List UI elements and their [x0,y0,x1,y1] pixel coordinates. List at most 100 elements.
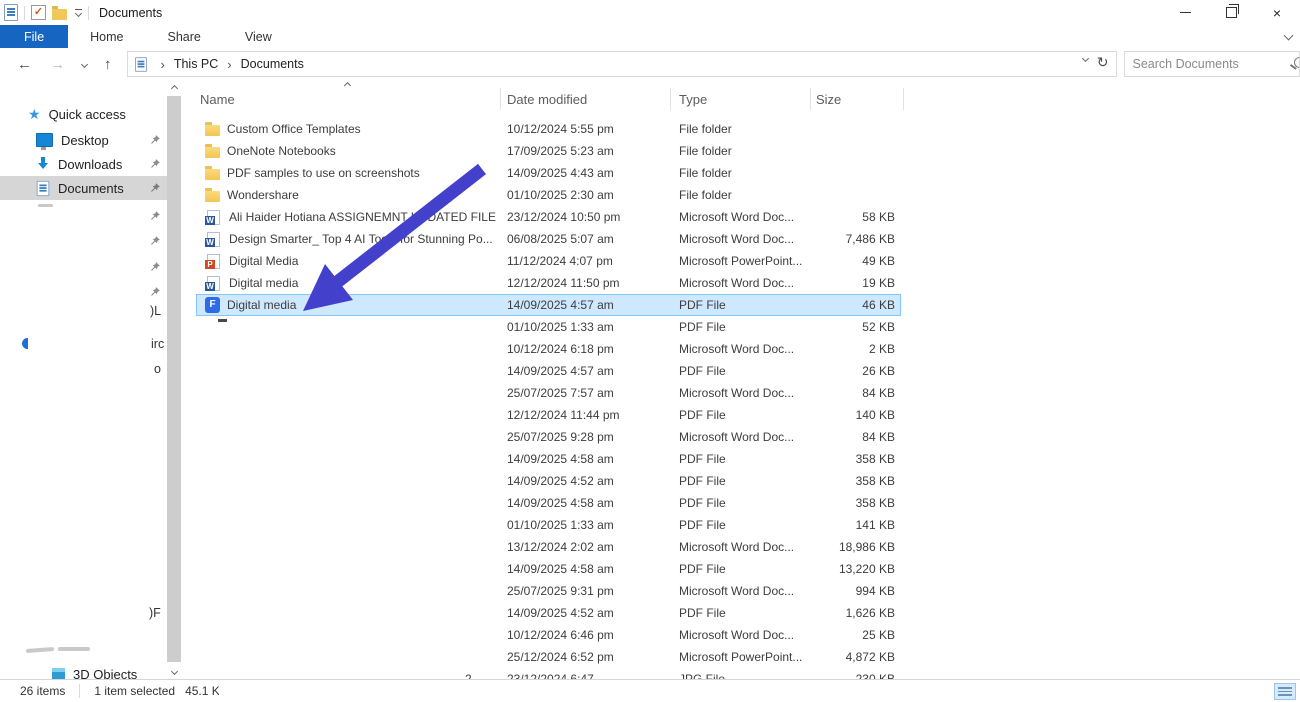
tab-share[interactable]: Share [146,25,223,48]
file-rows: Custom Office Templates 10/12/2024 5:55 … [183,118,1300,680]
file-row[interactable]: 14/09/2025 4:52 am PDF File 358 KB [196,470,901,492]
tab-home[interactable]: Home [68,25,145,48]
sidebar-item-documents[interactable]: Documents [0,176,167,200]
file-row[interactable]: 25/07/2025 7:57 am Microsoft Word Doc...… [196,382,901,404]
column-header-size[interactable]: Size [816,92,841,107]
file-row[interactable]: P Digital Media 11/12/2024 4:07 pm Micro… [196,250,901,272]
refresh-icon[interactable]: ↻ [1097,54,1109,71]
address-bar[interactable]: › This PC › Documents ↻ [127,51,1117,77]
sidebar-item-quick-access[interactable]: ★ Quick access [0,102,167,126]
pin-icon[interactable] [149,286,161,298]
minimize-button[interactable] [1162,0,1208,25]
column-divider[interactable] [500,88,501,110]
divider [24,6,25,20]
scrollbar-up-arrow[interactable] [167,80,181,96]
sidebar-item-unlabeled[interactable] [0,255,167,279]
file-row[interactable]: 14/09/2025 4:58 am PDF File 358 KB [196,492,901,514]
pin-icon[interactable] [149,182,161,194]
back-button[interactable]: ← [8,57,41,72]
file-type-icon [205,451,220,467]
file-type: Microsoft Word Doc... [679,210,819,224]
tab-view[interactable]: View [223,25,294,48]
sidebar-item-3d-objects[interactable]: 3D Objects [0,662,167,680]
breadcrumb-this-pc[interactable]: This PC [172,57,220,71]
forward-button[interactable]: → [41,57,74,72]
sidebar-scrollbar[interactable] [167,80,181,680]
file-row[interactable]: 14/09/2025 4:58 am PDF File 358 KB [196,448,901,470]
customize-toolbar-chevron-icon[interactable] [75,9,82,16]
file-row[interactable]: W Digital media 12/12/2024 11:50 pm Micr… [196,272,901,294]
file-row[interactable]: OneNote Notebooks 17/09/2025 5:23 am Fil… [196,140,901,162]
column-header-name[interactable]: Name [200,92,235,107]
file-row[interactable]: W Ali Haider Hotiana ASSIGNEMNT UPDATED … [196,206,901,228]
breadcrumb-documents[interactable]: Documents [239,57,306,71]
expand-ribbon-chevron-icon[interactable] [1284,31,1294,41]
column-divider[interactable] [670,88,671,110]
file-row[interactable]: 14/09/2025 4:58 am PDF File 13,220 KB [196,558,901,580]
column-header-date[interactable]: Date modified [507,92,587,107]
erased-item-fragment: o [154,362,161,376]
close-button[interactable]: × [1254,0,1300,25]
file-date-modified: 14/09/2025 4:52 am [507,474,679,488]
file-date-modified: 23/12/2024 10:50 pm [507,210,679,224]
file-row[interactable]: 14/09/2025 4:52 am PDF File 1,626 KB [196,602,901,624]
sidebar-item-unlabeled[interactable] [0,204,167,228]
file-row[interactable]: Custom Office Templates 10/12/2024 5:55 … [196,118,901,140]
file-row[interactable]: PDF samples to use on screenshots 14/09/… [196,162,901,184]
file-row[interactable]: Wondershare 01/10/2025 2:30 am File fold… [196,184,901,206]
address-dropdown-chevron-icon[interactable] [1081,55,1088,62]
file-row[interactable]: 10/12/2024 6:18 pm Microsoft Word Doc...… [196,338,901,360]
file-type-icon [205,169,220,180]
folder-icon[interactable] [52,9,67,20]
file-row[interactable]: W Design Smarter_ Top 4 AI Tools for Stu… [196,228,901,250]
tab-file[interactable]: File [0,25,68,48]
file-row[interactable]: F Digital media 14/09/2025 4:57 am PDF F… [196,294,901,316]
file-type-icon [205,649,220,665]
file-name-cell: Custom Office Templates [196,122,507,136]
sidebar-item-unlabeled[interactable] [0,280,167,304]
sidebar-item-downloads[interactable]: Downloads [0,152,167,176]
file-name-cell [196,649,507,665]
file-row[interactable]: 12/12/2024 11:44 pm PDF File 140 KB [196,404,901,426]
file-row[interactable]: 25/07/2025 9:31 pm Microsoft Word Doc...… [196,580,901,602]
sidebar-item-desktop[interactable]: Desktop [0,128,167,152]
file-size: 140 KB [819,408,901,422]
file-date-modified: 14/09/2025 4:58 am [507,496,679,510]
file-row[interactable]: 25/12/2024 6:52 pm Microsoft PowerPoint.… [196,646,901,668]
search-box[interactable] [1124,51,1300,77]
sidebar-item-unlabeled[interactable] [0,229,167,253]
scrollbar-track[interactable] [167,96,181,662]
column-header-type[interactable]: Type [679,92,707,107]
file-type: PDF File [679,562,819,576]
file-row[interactable]: 10/12/2024 6:46 pm Microsoft Word Doc...… [196,624,901,646]
file-row[interactable]: 14/09/2025 4:57 am PDF File 26 KB [196,360,901,382]
file-type: File folder [679,122,819,136]
pin-icon[interactable] [149,134,161,146]
file-row[interactable]: 13/12/2024 2:02 am Microsoft Word Doc...… [196,536,901,558]
file-row[interactable]: 01/10/2025 1:33 am PDF File 141 KB [196,514,901,536]
column-divider[interactable] [903,88,904,110]
column-divider[interactable] [810,88,811,110]
file-type-icon [205,125,220,136]
column-headers: Name Date modified Type Size [183,85,1300,111]
file-row[interactable]: 01/10/2025 1:33 am PDF File 52 KB [196,316,901,338]
recent-locations-chevron-icon[interactable] [81,60,88,67]
file-type: File folder [679,166,819,180]
scrollbar-down-arrow[interactable] [167,662,181,680]
pin-icon[interactable] [149,158,161,170]
checkmark-icon[interactable]: ✓ [31,5,46,20]
selection-count: 1 item selected [94,684,175,698]
file-date-modified: 10/12/2024 6:46 pm [507,628,679,642]
pin-icon[interactable] [149,261,161,273]
restore-button[interactable] [1208,0,1254,25]
file-type: Microsoft Word Doc... [679,232,819,246]
sidebar-item-label: Downloads [58,157,122,172]
pin-icon[interactable] [149,210,161,222]
window-document-icon[interactable] [4,4,18,21]
file-row[interactable]: 25/07/2025 9:28 pm Microsoft Word Doc...… [196,426,901,448]
up-button[interactable]: ↑ [95,57,121,72]
details-view-toggle[interactable] [1274,683,1296,700]
search-icon [1294,57,1300,68]
search-input[interactable] [1125,52,1300,76]
pin-icon[interactable] [149,235,161,247]
